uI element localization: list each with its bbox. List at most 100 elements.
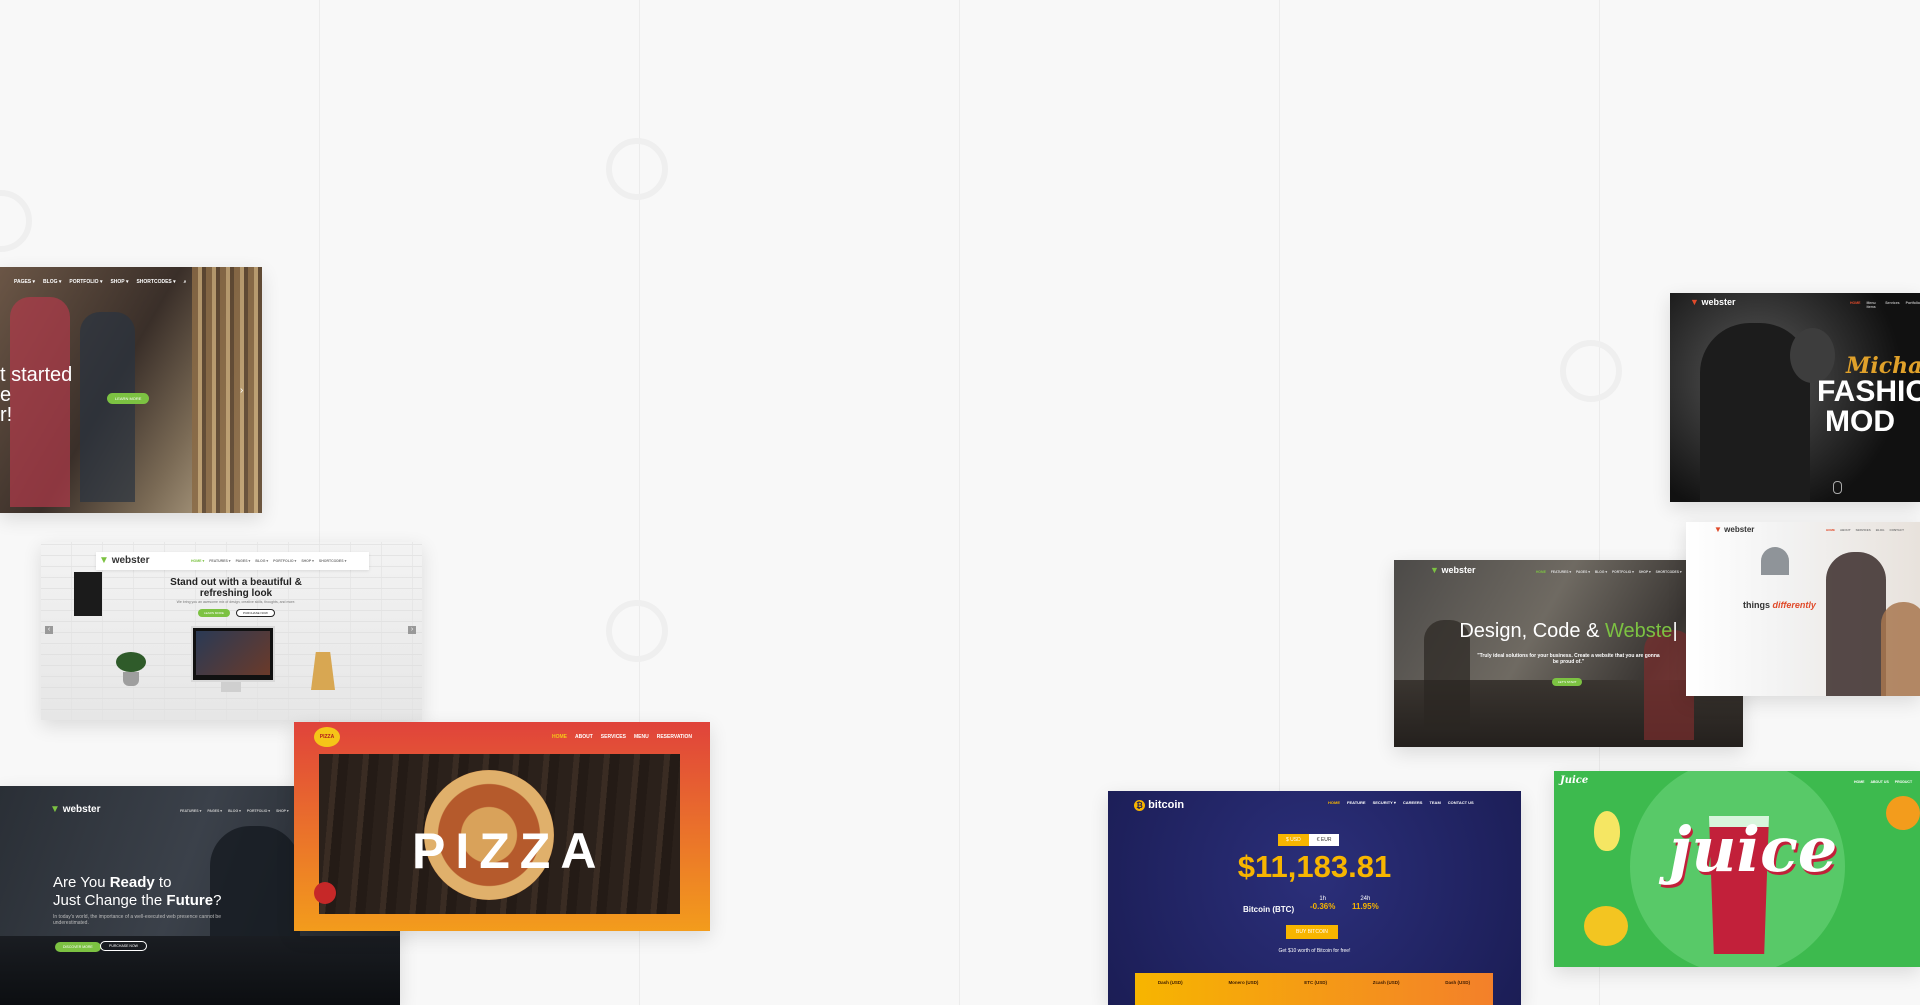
hero-text: things differently — [1743, 600, 1816, 610]
nav-item[interactable]: PORTFOLIO ▾ — [247, 809, 270, 813]
nav-item[interactable]: SECURITY ▾ — [1373, 800, 1396, 805]
hero-line: e — [0, 384, 12, 406]
nav-item[interactable]: Portfolio — [1906, 301, 1920, 309]
grid-line — [959, 0, 960, 1005]
nav-item[interactable]: SHOP ▾ — [1639, 570, 1651, 574]
nav-item[interactable]: ABOUT US — [1871, 780, 1889, 784]
nav-item[interactable]: CAREERS — [1403, 800, 1423, 805]
nav-item[interactable]: Services — [1885, 301, 1899, 309]
nav-item[interactable]: PORTFOLIO ▾ — [69, 279, 102, 285]
leaf-icon: ▼ — [1714, 525, 1722, 534]
logo-text: webster — [1701, 297, 1736, 307]
nav-item[interactable]: PORTFOLIO ▾ — [273, 559, 296, 563]
nav-item[interactable]: SHORTCODES ▾ — [1656, 570, 1682, 574]
template-card-fashion[interactable]: ▼ webster HOME Menu items Services Portf… — [1670, 293, 1920, 502]
chevron-right-icon[interactable]: › — [408, 626, 416, 634]
nav-item[interactable]: HOME — [1536, 570, 1546, 574]
nav-item[interactable]: PORTFOLIO ▾ — [1612, 570, 1634, 574]
hero-text-accent: differently — [1772, 600, 1816, 610]
nav-item[interactable]: HOME — [1854, 780, 1865, 784]
purchase-button[interactable]: PURCHASE NOW — [236, 609, 275, 617]
monitor-image — [191, 626, 275, 682]
chevron-right-icon[interactable]: › — [240, 385, 243, 396]
nav-item[interactable]: SERVICES — [601, 734, 626, 740]
btc-price: $11,183.81 — [1237, 849, 1392, 884]
bitcoin-logo[interactable]: ₿ bitcoin — [1134, 799, 1184, 811]
orange-image — [1886, 796, 1920, 830]
nav-item[interactable]: HOME — [552, 734, 567, 740]
template-card-different[interactable]: ▼ webster HOME ABOUT SERVICES BLOG CONTA… — [1686, 522, 1920, 696]
nav-item[interactable]: HOME — [1850, 301, 1861, 309]
nav-item[interactable]: SHOP ▾ — [110, 279, 128, 285]
nav-item[interactable]: BLOG ▾ — [255, 559, 268, 563]
hero-text: t started e r! — [0, 365, 72, 425]
nav-item[interactable]: FEATURES ▾ — [209, 559, 230, 563]
logo-text: webster — [111, 555, 150, 566]
typing-cursor: | — [1672, 620, 1678, 642]
nav-item[interactable]: PAGES ▾ — [1576, 570, 1590, 574]
nav-item[interactable]: HOME — [1826, 528, 1835, 532]
nav-item[interactable]: ABOUT — [1840, 528, 1851, 532]
decorative-ring — [606, 600, 668, 662]
card-nav: HOME ABOUT SERVICES MENU RESERVATION — [552, 734, 692, 740]
black-book-image — [74, 572, 102, 616]
lamp-image — [1761, 547, 1789, 575]
nav-item[interactable]: SERVICES — [1856, 528, 1871, 532]
pear-image — [1594, 811, 1620, 851]
learn-more-button[interactable]: LEARN MORE — [107, 393, 150, 404]
nav-item[interactable]: SHOP ▾ — [276, 809, 289, 813]
nav-item[interactable]: BLOG ▾ — [1595, 570, 1607, 574]
nav-item[interactable]: FEATURES ▾ — [180, 809, 201, 813]
template-card-business[interactable]: PAGES ▾ BLOG ▾ PORTFOLIO ▾ SHOP ▾ SHORTC… — [0, 267, 262, 513]
card-title: Stand out with a beautiful & refreshing … — [141, 577, 331, 599]
webster-logo[interactable]: ▼ webster — [50, 804, 100, 815]
nav-item[interactable]: BLOG — [1876, 528, 1885, 532]
start-button[interactable]: LET'S START — [1552, 678, 1583, 686]
template-card-pizza[interactable]: PIZZA HOME ABOUT SERVICES MENU RESERVATI… — [294, 722, 710, 931]
nav-item[interactable]: BLOG ▾ — [43, 279, 61, 285]
nav-item[interactable]: PRODUCT — [1895, 780, 1912, 784]
card-nav: FEATURES ▾ PAGES ▾ BLOG ▾ PORTFOLIO ▾ SH… — [180, 809, 289, 813]
nav-item[interactable]: CONTACT — [1889, 528, 1903, 532]
webster-logo[interactable]: ▼ webster — [1690, 297, 1735, 307]
mouse-scroll-icon[interactable] — [1833, 481, 1842, 494]
nav-item[interactable]: SHOP ▾ — [301, 559, 314, 563]
learn-more-button[interactable]: LEARN MORE — [198, 609, 230, 617]
nav-item[interactable]: SHORTCODES ▾ — [136, 279, 175, 285]
nav-item[interactable]: FEATURES ▾ — [1551, 570, 1571, 574]
nav-item[interactable]: CONTACT US — [1448, 800, 1474, 805]
heading-line: MOD — [1825, 405, 1895, 438]
template-card-juice[interactable]: Juice HOME ABOUT US PRODUCT juice — [1554, 771, 1920, 967]
nav-item[interactable]: RESERVATION — [657, 734, 692, 740]
chevron-left-icon[interactable]: ‹ — [45, 626, 53, 634]
search-icon[interactable]: ⌕ — [184, 279, 187, 285]
plant-image — [116, 652, 146, 672]
buy-bitcoin-button[interactable]: BUY BITCOIN — [1286, 925, 1338, 939]
fashion-heading: FASHIO MOD — [1817, 377, 1920, 437]
nav-item[interactable]: HOME ▾ — [191, 559, 204, 563]
webster-logo[interactable]: ▼ webster — [99, 555, 149, 566]
nav-item[interactable]: PAGES ▾ — [236, 559, 251, 563]
nav-item[interactable]: PAGES ▾ — [207, 809, 222, 813]
pineapple-image — [1584, 906, 1628, 946]
nav-item[interactable]: TEAM — [1429, 800, 1440, 805]
template-card-refresh[interactable]: ▼ webster HOME ▾ FEATURES ▾ PAGES ▾ BLOG… — [41, 542, 422, 720]
purchase-button[interactable]: PURCHASE NOW — [100, 941, 147, 951]
nav-item[interactable]: MENU — [634, 734, 649, 740]
webster-logo[interactable]: ▼ webster — [1714, 525, 1754, 534]
title-line: refreshing look — [199, 588, 273, 599]
nav-item[interactable]: PAGES ▾ — [14, 279, 35, 285]
discover-button[interactable]: DISCOVER MORE — [55, 942, 101, 952]
usd-toggle[interactable]: $ USD — [1278, 834, 1309, 846]
nav-item[interactable]: HOME — [1328, 800, 1340, 805]
nav-item[interactable]: ABOUT — [575, 734, 593, 740]
juice-logo[interactable]: Juice — [1560, 775, 1588, 786]
webster-logo[interactable]: ▼ webster — [1430, 565, 1475, 575]
template-card-bitcoin[interactable]: ₿ bitcoin HOME FEATURE SECURITY ▾ CAREER… — [1108, 791, 1521, 1005]
nav-item[interactable]: SHORTCODES ▾ — [319, 559, 346, 563]
eur-toggle[interactable]: € EUR — [1308, 834, 1340, 846]
nav-item[interactable]: BLOG ▾ — [228, 809, 241, 813]
nav-item[interactable]: FEATURE — [1347, 800, 1366, 805]
nav-item[interactable]: Menu items — [1867, 301, 1880, 309]
currency-toggle[interactable]: $ USD € EUR — [1278, 834, 1340, 846]
